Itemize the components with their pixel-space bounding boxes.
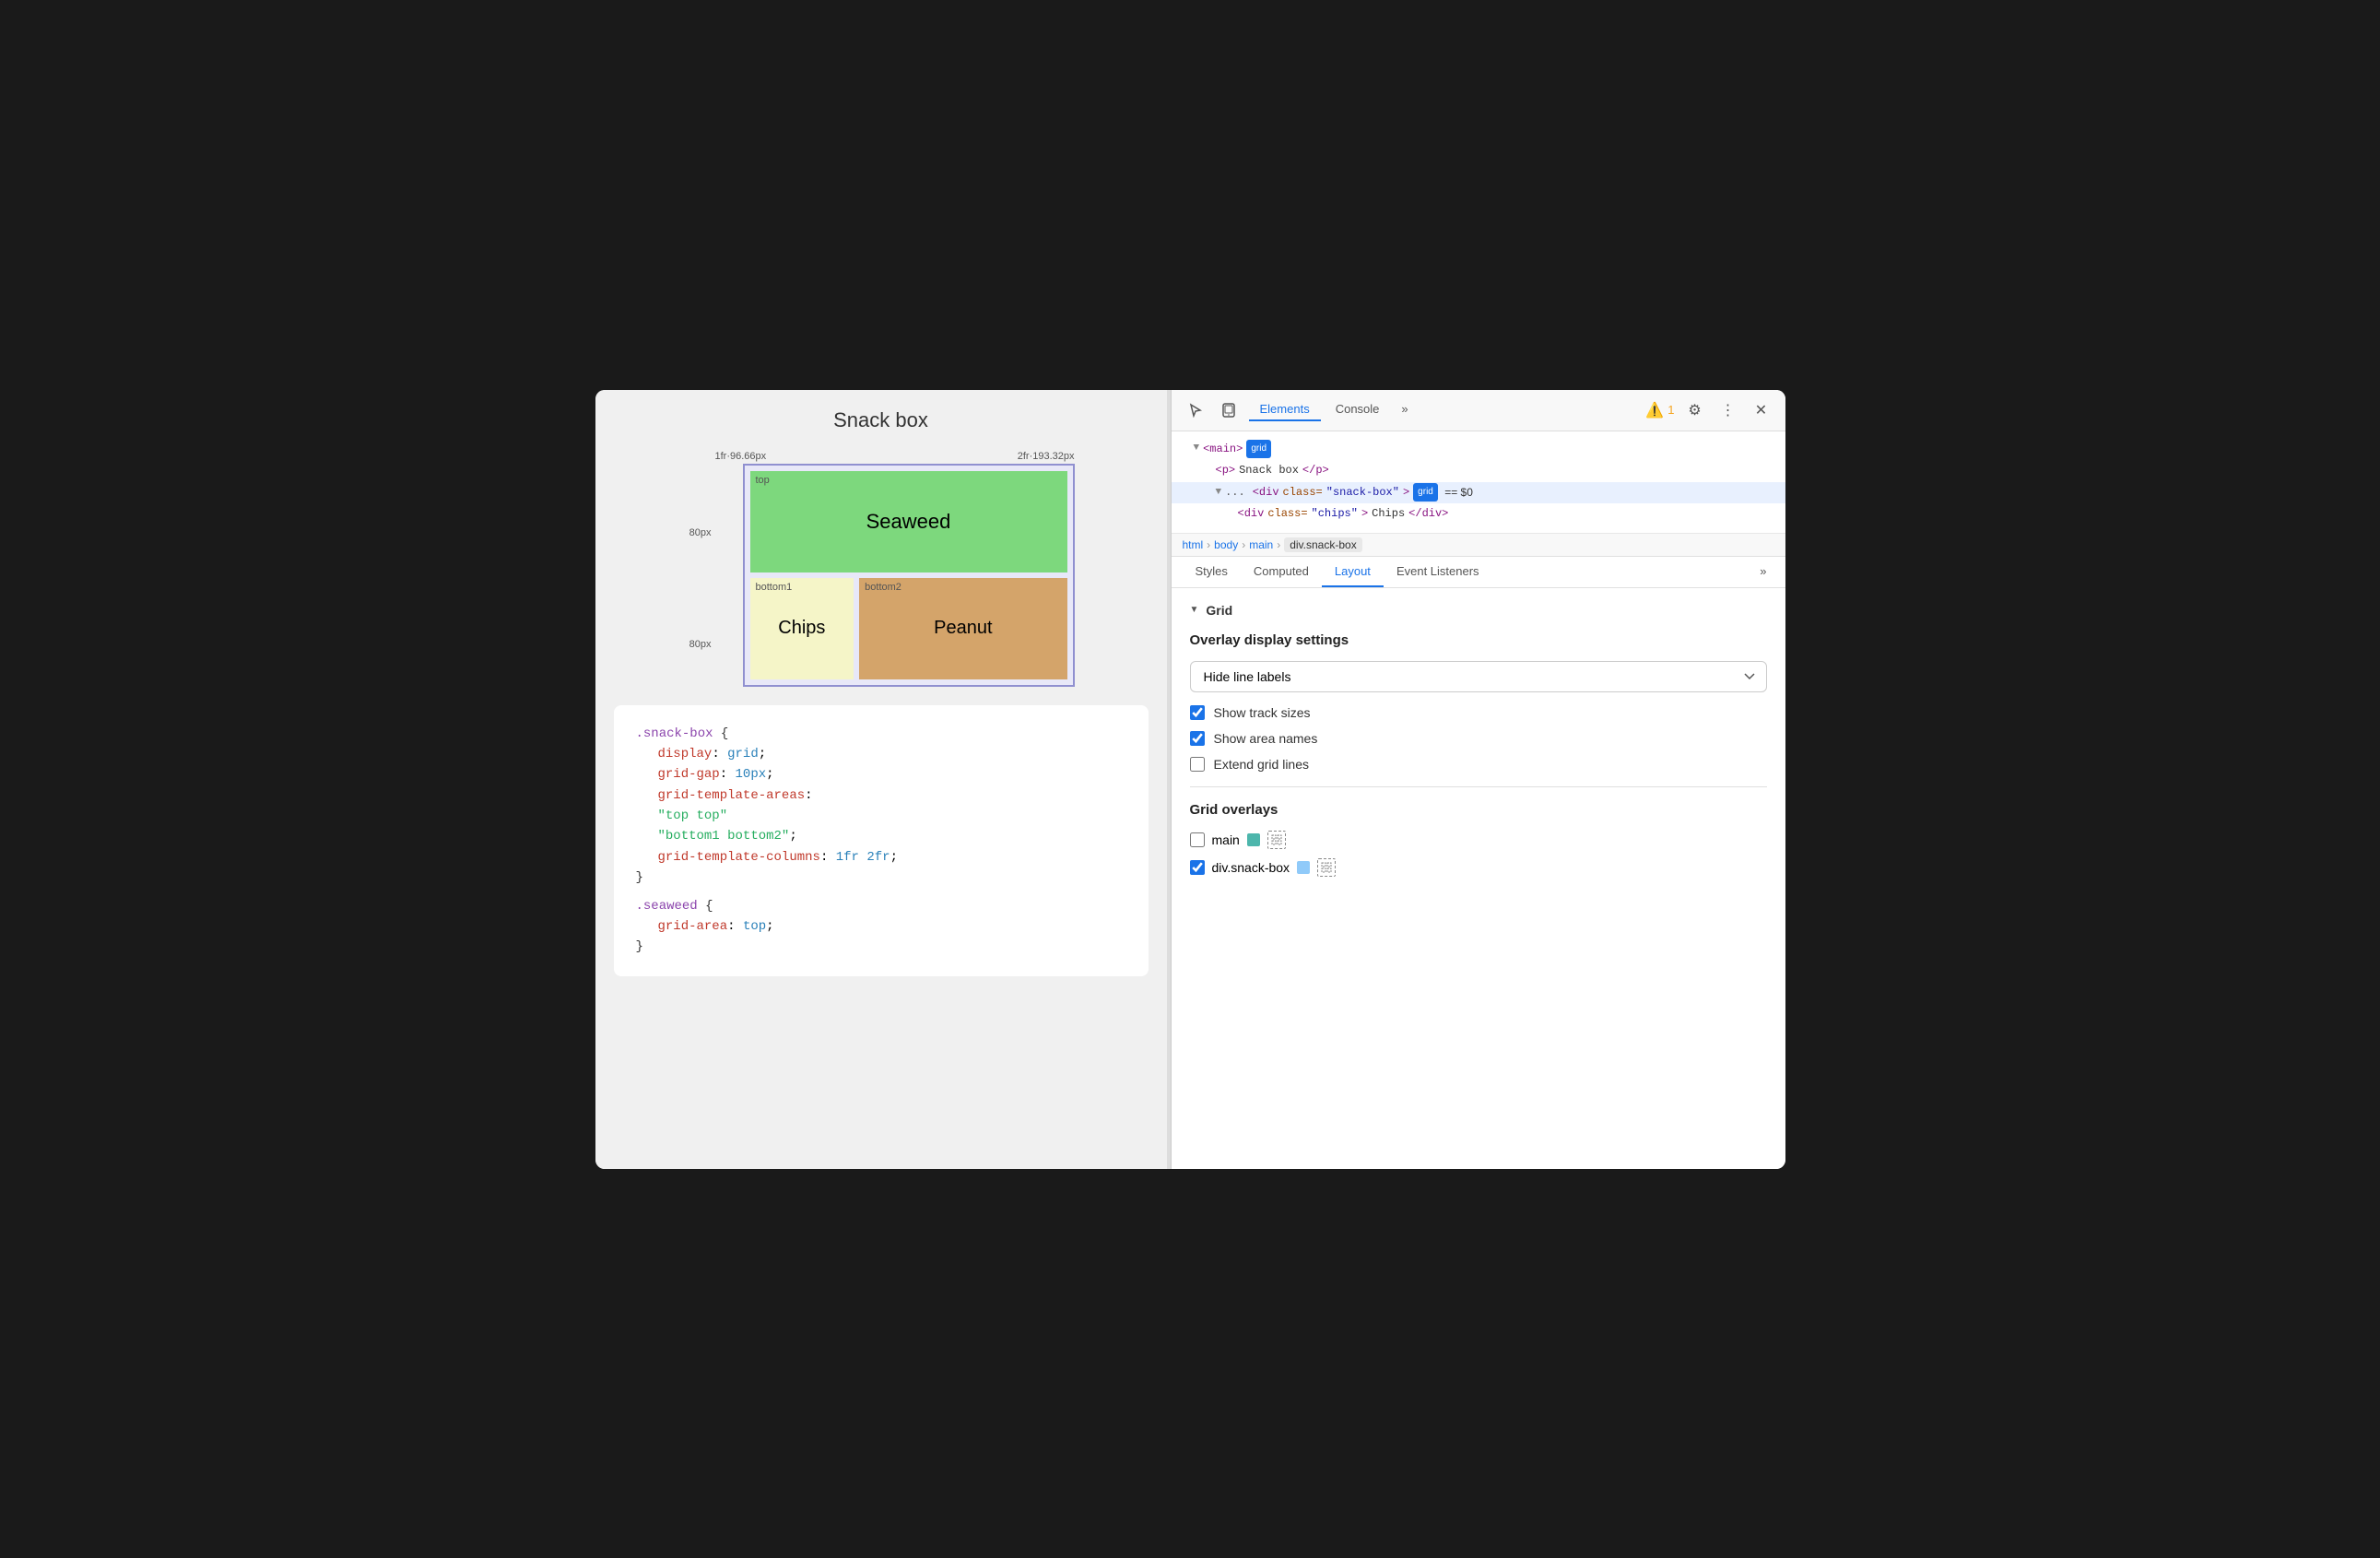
line-labels-dropdown[interactable]: Hide line labels Show line numbers Show …	[1190, 661, 1767, 692]
show-area-names-label: Show area names	[1214, 731, 1318, 746]
peanut-text: Peanut	[934, 618, 992, 639]
devtools-main-tabs: Elements Console »	[1249, 398, 1639, 421]
cursor-icon[interactable]	[1183, 397, 1208, 423]
breadcrumb: html › body › main › div.snack-box	[1172, 534, 1785, 557]
toolbar-right: ⚙ ⋮ ✕	[1682, 397, 1774, 423]
content-area: Snack box 1fr·96.66px 2fr·193.32px 80px …	[595, 390, 1785, 1169]
browser-window: Snack box 1fr·96.66px 2fr·193.32px 80px …	[595, 390, 1785, 1169]
grid-section-header: ▼ Grid	[1190, 603, 1767, 618]
grid-overlays-title: Grid overlays	[1190, 802, 1767, 818]
tab-console[interactable]: Console	[1325, 398, 1391, 421]
warning-badge: ⚠️ 1	[1645, 401, 1674, 419]
bc-body[interactable]: body	[1214, 538, 1238, 551]
overlay-snack-box-icon[interactable]	[1317, 858, 1336, 877]
chips-text: Chips	[778, 618, 825, 639]
show-area-names-checkbox[interactable]	[1190, 731, 1205, 746]
overlay-snack-box-row: div.snack-box	[1190, 858, 1767, 877]
code-selector-1: .snack-box	[636, 726, 713, 741]
overlay-main-label: main	[1212, 832, 1240, 847]
seaweed-text: Seaweed	[866, 510, 951, 534]
section-divider	[1190, 786, 1767, 787]
layout-content: ▼ Grid Overlay display settings Hide lin…	[1172, 588, 1785, 1169]
extend-grid-lines-label: Extend grid lines	[1214, 757, 1310, 772]
col-label-2: 2fr·193.32px	[1018, 451, 1075, 462]
grid-bottom-row: bottom1 Chips bottom2 Peanut	[750, 578, 1067, 679]
gear-icon[interactable]: ⚙	[1682, 397, 1708, 423]
row-label-1: 80px	[688, 527, 712, 538]
warning-count: 1	[1667, 403, 1674, 417]
close-icon[interactable]: ✕	[1749, 397, 1774, 423]
elem-main: ▼ <main> grid	[1172, 439, 1785, 461]
area-top-label: top	[756, 475, 770, 486]
bc-html[interactable]: html	[1183, 538, 1204, 551]
elem-p: <p> Snack box </p>	[1172, 460, 1785, 482]
elem-snack-box[interactable]: ▼ ... <div class= "snack-box" > grid == …	[1172, 482, 1785, 504]
overlay-main-color[interactable]	[1247, 833, 1260, 846]
row-label-2: 80px	[688, 639, 712, 650]
show-area-names-row: Show area names	[1190, 731, 1767, 746]
elements-panel: ▼ <main> grid <p> Snack box </p> ▼ ... <…	[1172, 431, 1785, 534]
area-bottom2-label: bottom2	[865, 582, 901, 593]
elem-chips: <div class= "chips" > Chips </div>	[1172, 503, 1785, 525]
bc-main[interactable]: main	[1249, 538, 1273, 551]
grid-label: Grid	[1206, 603, 1232, 618]
overlay-snack-box-label: div.snack-box	[1212, 860, 1290, 875]
code-block: .snack-box { display: grid; grid-gap: 10…	[614, 705, 1149, 976]
overlay-main-row: main	[1190, 831, 1767, 849]
overlay-main-checkbox[interactable]	[1190, 832, 1205, 847]
tab-more[interactable]: »	[1394, 398, 1415, 421]
overlay-settings-title: Overlay display settings	[1190, 632, 1767, 648]
extend-grid-lines-row: Extend grid lines	[1190, 757, 1767, 772]
code-selector-2: .seaweed	[636, 899, 698, 914]
area-bottom1-label: bottom1	[756, 582, 793, 593]
bc-snack-box[interactable]: div.snack-box	[1284, 537, 1361, 552]
tab-event-listeners[interactable]: Event Listeners	[1384, 557, 1492, 587]
tab-styles[interactable]: Styles	[1183, 557, 1241, 587]
page-title: Snack box	[833, 408, 928, 432]
more-vert-icon[interactable]: ⋮	[1715, 397, 1741, 423]
overlay-snack-box-checkbox[interactable]	[1190, 860, 1205, 875]
overlay-snack-box-color[interactable]	[1297, 861, 1310, 874]
layout-tab-more[interactable]: »	[1752, 557, 1773, 587]
tab-elements[interactable]: Elements	[1249, 398, 1321, 421]
col-label-1: 1fr·96.66px	[715, 451, 767, 462]
extend-grid-lines-checkbox[interactable]	[1190, 757, 1205, 772]
device-icon[interactable]	[1216, 397, 1242, 423]
grid-visualization: 1fr·96.66px 2fr·193.32px 80px 80px top S…	[688, 451, 1075, 687]
tab-layout[interactable]: Layout	[1322, 557, 1384, 587]
tab-computed[interactable]: Computed	[1241, 557, 1322, 587]
bottom-left-area: bottom1 Chips	[750, 578, 854, 679]
layout-tabs: Styles Computed Layout Event Listeners »	[1172, 557, 1785, 588]
show-track-sizes-row: Show track sizes	[1190, 705, 1767, 720]
top-area: top Seaweed	[750, 471, 1067, 572]
overlay-main-icon[interactable]	[1267, 831, 1286, 849]
collapse-triangle[interactable]: ▼	[1190, 605, 1199, 615]
grid-outer: top Seaweed bottom1 Chips bottom2 Pean	[743, 464, 1075, 687]
show-track-sizes-label: Show track sizes	[1214, 705, 1311, 720]
bottom-right-area: bottom2 Peanut	[859, 578, 1066, 679]
devtools-panel: Elements Console » ⚠️ 1 ⚙ ⋮ ✕ ▼ <m	[1171, 390, 1785, 1169]
left-panel: Snack box 1fr·96.66px 2fr·193.32px 80px …	[595, 390, 1167, 1169]
show-track-sizes-checkbox[interactable]	[1190, 705, 1205, 720]
devtools-toolbar: Elements Console » ⚠️ 1 ⚙ ⋮ ✕	[1172, 390, 1785, 431]
